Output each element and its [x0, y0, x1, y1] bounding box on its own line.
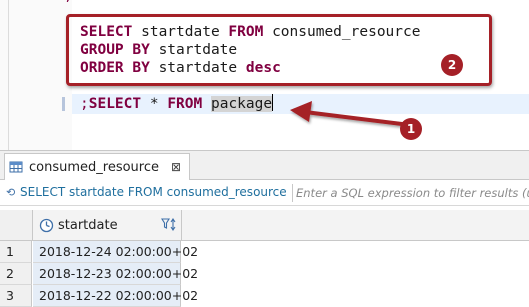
- grid-header: startdate: [0, 210, 529, 241]
- table-row[interactable]: 1 2018-12-24 02:00:00+02: [0, 241, 529, 263]
- annotation-badge-2: 2: [441, 54, 463, 76]
- cell-startdate[interactable]: 2018-12-24 02:00:00+02: [33, 241, 198, 263]
- header-filler: [182, 210, 529, 241]
- results-grid: startdate 1 2018-12-24 02:00:00+02 2 201…: [0, 206, 529, 307]
- code-line-current-query[interactable]: ;SELECT * FROM package: [80, 94, 274, 114]
- filter-bar: ⟲ SELECT startdate FROM consumed_resourc…: [0, 181, 529, 206]
- row-number: 2: [0, 263, 32, 285]
- cell-startdate[interactable]: 2018-12-23 02:00:00+02: [33, 263, 198, 285]
- sql-editor[interactable]: ; SELECT startdate FROM consumed_resourc…: [0, 0, 529, 150]
- previous-line-fragment: ;: [64, 0, 72, 4]
- row-number-header: [0, 210, 33, 241]
- annotation-badge-1: 1: [400, 118, 422, 140]
- filter-expression-input[interactable]: [296, 184, 529, 202]
- filter-separator: [292, 184, 293, 202]
- row-number: 1: [0, 241, 32, 263]
- column-header-startdate[interactable]: startdate: [33, 210, 182, 241]
- sql-filter-icon[interactable]: ⟲: [6, 186, 15, 199]
- column-name: startdate: [58, 217, 118, 233]
- row-number: 3: [0, 285, 32, 307]
- table-row[interactable]: 3 2018-12-22 02:00:00+02: [0, 285, 529, 307]
- results-tab-bar: consumed_resource ⊠: [0, 151, 529, 180]
- gutter-border: [8, 0, 9, 150]
- table-icon: [9, 161, 23, 173]
- tab-consumed-resource[interactable]: consumed_resource ⊠: [4, 153, 191, 180]
- text-caret: [272, 94, 274, 111]
- tab-label: consumed_resource: [29, 159, 159, 175]
- annotation-callout-box: [66, 14, 492, 86]
- cell-startdate[interactable]: 2018-12-22 02:00:00+02: [33, 285, 198, 307]
- table-row[interactable]: 2 2018-12-23 02:00:00+02: [0, 263, 529, 285]
- close-tab-icon[interactable]: ⊠: [171, 160, 181, 174]
- editor-gutter: [0, 0, 72, 150]
- filter-sort-icon[interactable]: [161, 217, 177, 233]
- table-name-highlight: package: [210, 96, 273, 112]
- executed-query-text: SELECT startdate FROM consumed_resource: [20, 185, 287, 199]
- clock-icon: [39, 218, 54, 232]
- current-line-marker: [62, 97, 65, 111]
